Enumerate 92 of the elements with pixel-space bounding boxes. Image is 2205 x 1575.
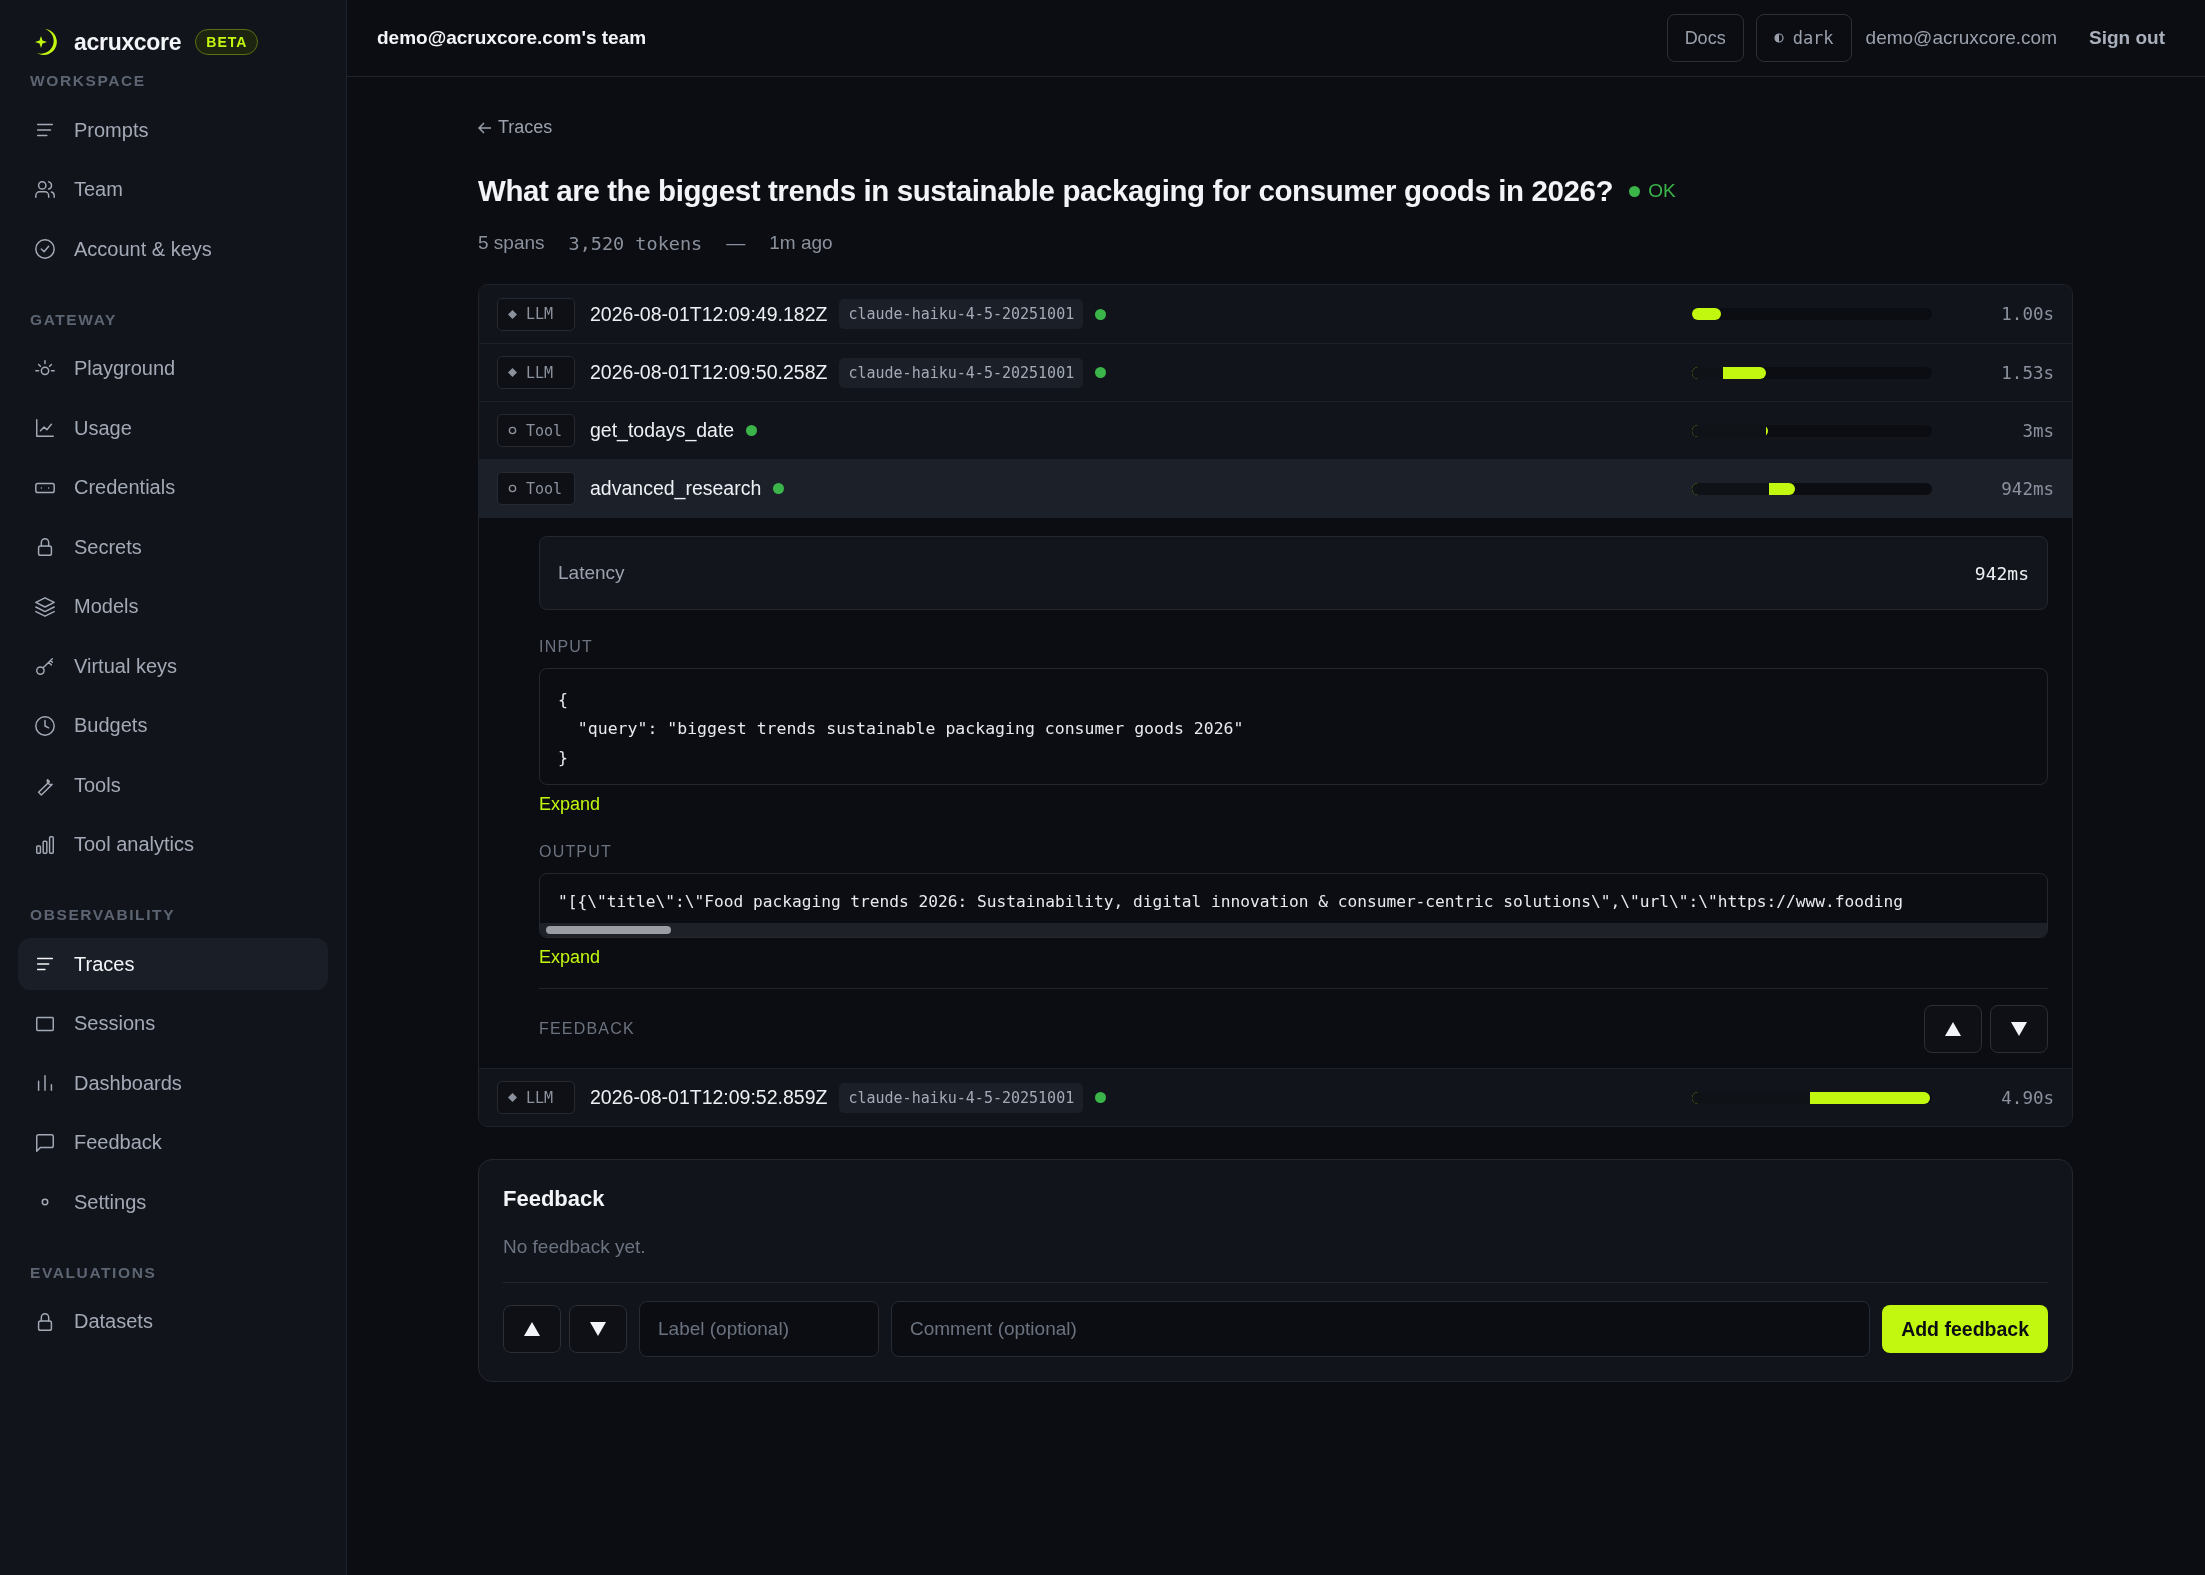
span-name: 2026-08-01T12:09:50.258Z [590,361,828,384]
nav-item[interactable]: Playground [18,342,328,395]
span-name: get_todays_date [590,419,735,442]
section-heading: WORKSPACE [29,72,147,90]
model-tag: claude-haiku-4-5-20251001 [839,357,1084,388]
status-label: OK [1629,180,1676,202]
span-name: 2026-08-01T12:09:49.182Z [590,302,828,326]
model-tag: claude-haiku-4-5-20251001 [839,299,1084,329]
span-duration: 4.90s [2000,1087,2054,1108]
span-type-tag: Tool [497,414,575,447]
span-duration: 942ms [2000,478,2054,499]
back-link[interactable]: Traces [478,117,553,138]
section-heading: GATEWAY [29,310,118,329]
diamond-icon [508,368,517,377]
add-feedback-button[interactable]: Add feedback [1882,1305,2048,1353]
span-duration: 1.00s [2000,304,2054,324]
brand-name: acruxcore [74,28,182,56]
nav-item[interactable]: Credentials [18,461,328,514]
triangle-up-icon [523,1321,541,1337]
feedback-title: Feedback [503,1186,606,1212]
bar-chart-icon [34,833,56,856]
span-name: advanced_research [590,477,762,500]
arrow-left-icon [478,121,492,134]
span-type-tag: LLM [497,356,575,389]
span-type-tag: LLM [497,1081,575,1114]
check-circle-icon [34,238,56,260]
nav-item[interactable]: Sessions [18,997,328,1050]
output-label: OUTPUT [539,843,613,861]
span-duration: 1.53s [2000,362,2054,383]
thumbs-up-button[interactable] [1924,1004,1982,1053]
team-name: demo@acruxcore.com's team [377,27,648,49]
output-code: "[{\"title\":\"Food packaging trends 2026: Sustainability, digital innovation & consumer-centric solutions\",\"url\":\"https://www.fooding [557,891,1904,913]
nav-item[interactable]: Usage [18,402,328,454]
beta-badge: BETA [195,29,259,55]
latency-label: Latency [558,562,625,584]
thumbs-up-button[interactable] [503,1305,561,1353]
latency-value: 942ms [1974,562,2029,584]
trace-title: What are the biggest trends in sustainable packaging for consumer goods in 2026? [478,174,1614,208]
span-duration: 3ms [2021,420,2054,441]
triangle-down-icon [589,1321,607,1337]
nav-item[interactable]: Tools [18,759,328,811]
clock-icon [34,714,56,737]
model-tag: claude-haiku-4-5-20251001 [839,1082,1084,1113]
chat-bubble-icon [34,1131,56,1154]
trace-age: 1m ago [769,232,833,254]
nav-item[interactable]: Tool analytics [18,818,328,871]
nav-item[interactable]: Feedback [18,1116,328,1169]
empty-message: No feedback yet. [503,1236,2048,1283]
scrollbar[interactable] [540,923,2047,937]
diamond-icon [508,1093,517,1102]
nav-item[interactable]: Models [18,580,328,633]
comment-field[interactable]: Comment (optional) [891,1301,1871,1357]
span-count: 5 spans [478,232,545,254]
line-chart-icon [34,417,56,439]
span-row[interactable]: LLM 2026-08-01T12:09:52.859Z claude-haiku-4-5-20251001 4.90s [479,1068,2072,1126]
expand-link[interactable]: Expand [539,947,601,968]
nav-item[interactable]: Secrets [18,521,328,573]
section-heading: EVALUATIONS [29,1263,158,1282]
section-heading: OBSERVABILITY [29,906,177,924]
nav-item[interactable]: Team [18,163,328,216]
users-icon [34,178,56,201]
diamond-icon [508,309,517,319]
input-code: { "query": "biggest trends sustainable packaging consumer goods 2026" } [539,668,2048,785]
key-icon [34,655,56,677]
user-email: demo@acruxcore.com [1865,27,2057,49]
nav-item[interactable]: Prompts [18,104,328,156]
nav-item[interactable]: Dashboards [18,1057,328,1109]
sign-out-link[interactable]: Sign out [2089,27,2165,49]
feedback-label: FEEDBACK [539,1019,635,1038]
token-count: 3,520 tokens [568,232,703,254]
input-label: INPUT [539,638,594,656]
nav-item[interactable]: Settings [18,1176,328,1228]
span-row[interactable]: Tool advanced_research 942ms [479,459,2072,517]
docs-button[interactable]: Docs [1666,14,1744,62]
expand-link[interactable]: Expand [539,794,601,815]
span-type-tag: LLM [497,297,575,331]
nav-item[interactable]: Virtual keys [18,640,328,692]
triangle-down-icon [2010,1020,2028,1037]
triangle-up-icon [1944,1020,1962,1037]
theme-toggle[interactable]: dark [1755,14,1852,62]
nav-item[interactable]: Traces [18,938,328,990]
half-circle-icon [1773,33,1784,43]
thumbs-down-button[interactable] [569,1305,627,1353]
label-field[interactable]: Label (optional) [639,1301,879,1357]
span-type-tag: Tool [497,472,575,505]
thumbs-down-button[interactable] [1990,1004,2048,1053]
layers-icon [34,595,56,618]
nav-item[interactable]: Budgets [18,699,328,752]
span-name: 2026-08-01T12:09:52.859Z [590,1086,828,1109]
nav-item[interactable]: Datasets [18,1295,328,1348]
separator: — [726,232,746,254]
nav-item[interactable]: Account & keys [18,223,328,275]
